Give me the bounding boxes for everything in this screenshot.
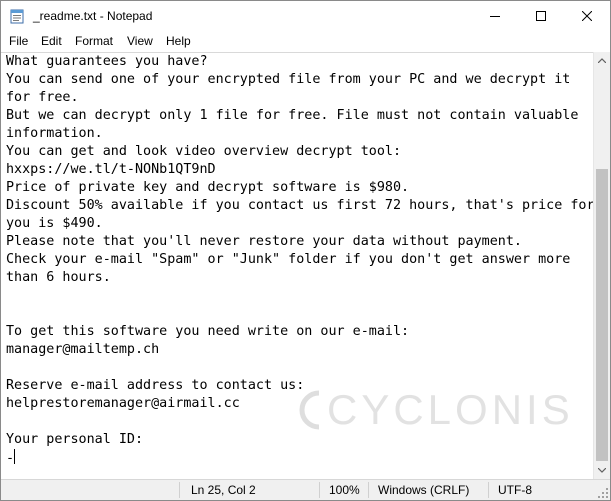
cyclonis-logo-icon xyxy=(299,390,320,430)
watermark: CYCLONIS xyxy=(297,386,574,434)
text-line: than 6 hours. xyxy=(6,270,111,285)
menu-file[interactable]: File xyxy=(9,34,28,48)
text-line: manager@mailtemp.ch xyxy=(6,342,160,357)
text-line: But we can decrypt only 1 file for free.… xyxy=(6,108,579,123)
last-text-line: - xyxy=(6,449,593,468)
text-line: for free. xyxy=(6,90,79,105)
resize-grip-icon[interactable] xyxy=(598,488,608,498)
text-line: ​ xyxy=(6,359,593,377)
title-bar[interactable]: _readme.txt - Notepad xyxy=(1,1,610,31)
scroll-down-button[interactable] xyxy=(594,462,610,479)
notepad-window: _readme.txt - Notepad File Edit Format V… xyxy=(0,0,611,501)
line-ending: Windows (CRLF) xyxy=(378,483,470,497)
text-line: Discount 50% available if you contact us… xyxy=(6,198,593,213)
encoding: UTF-8 xyxy=(498,483,532,497)
text-line: Check your e-mail "Spam" or "Junk" folde… xyxy=(6,252,571,267)
maximize-button[interactable] xyxy=(518,1,564,31)
text-line: Please note that you'll never restore yo… xyxy=(6,234,522,249)
text-line: Price of private key and decrypt softwar… xyxy=(6,180,410,195)
scroll-thumb[interactable] xyxy=(596,169,608,461)
text-line: ​ xyxy=(6,287,593,305)
text-caret xyxy=(14,449,16,464)
close-icon xyxy=(582,11,592,21)
minimize-button[interactable] xyxy=(472,1,518,31)
text-line: You can send one of your encrypted file … xyxy=(6,72,571,87)
scroll-up-button[interactable] xyxy=(594,52,610,69)
text-line: What guarantees you have? xyxy=(6,54,208,69)
text-line: ​ xyxy=(6,305,593,323)
menu-bar: File Edit Format View Help xyxy=(1,32,610,52)
window-title: _readme.txt - Notepad xyxy=(33,9,153,23)
text-line: hxxps://we.tl/t-NONb1QT9nD xyxy=(6,162,216,177)
notepad-icon xyxy=(10,9,24,24)
text-line: you is $490. xyxy=(6,216,103,231)
status-bar: Ln 25, Col 2 100% Windows (CRLF) UTF-8 xyxy=(1,479,610,500)
status-divider xyxy=(368,482,369,498)
text-line: You can get and look video overview decr… xyxy=(6,144,402,159)
text-editor[interactable]: What guarantees you have? You can send on… xyxy=(1,52,593,479)
scroll-up-icon xyxy=(598,58,606,63)
cursor-position: Ln 25, Col 2 xyxy=(191,483,256,497)
menu-format[interactable]: Format xyxy=(75,34,113,48)
status-divider xyxy=(179,482,180,498)
vertical-scrollbar[interactable] xyxy=(593,52,610,479)
close-button[interactable] xyxy=(564,1,610,31)
menu-view[interactable]: View xyxy=(127,34,153,48)
status-divider xyxy=(319,482,320,498)
menu-help[interactable]: Help xyxy=(166,34,191,48)
scroll-down-icon xyxy=(598,468,606,473)
status-divider xyxy=(488,482,489,498)
minimize-icon xyxy=(490,16,500,17)
text-line: To get this software you need write on o… xyxy=(6,324,410,339)
text-line: information. xyxy=(6,126,103,141)
id-value: - xyxy=(6,451,15,466)
watermark-text: CYCLONIS xyxy=(327,386,574,433)
zoom-level: 100% xyxy=(329,483,360,497)
maximize-icon xyxy=(536,11,546,21)
menu-edit[interactable]: Edit xyxy=(41,34,62,48)
